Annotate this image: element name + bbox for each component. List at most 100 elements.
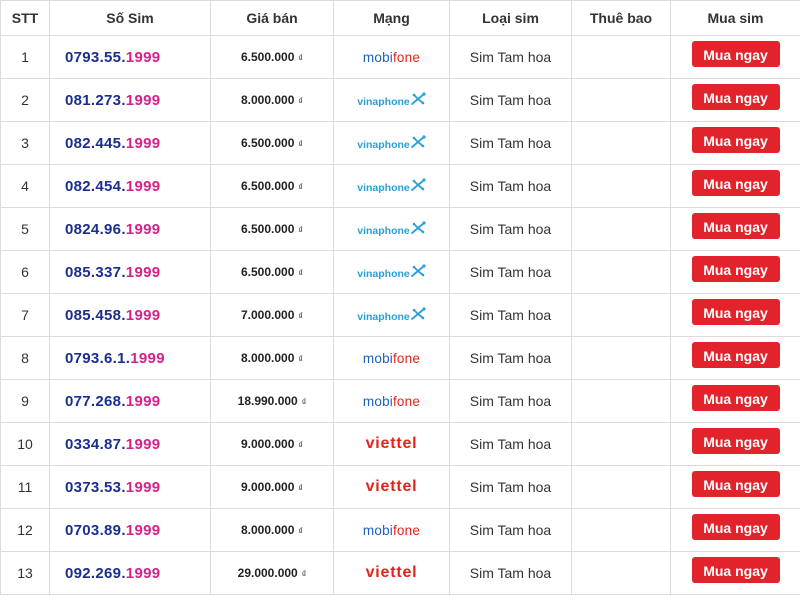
sim-table: STT Số Sim Giá bán Mạng Loại sim Thuê ba… (0, 0, 800, 595)
price-value: 8.000.000 (240, 93, 295, 107)
vinaphone-star-icon (410, 178, 426, 191)
sim-number-suffix: 1999 (125, 48, 161, 66)
buy-cell: Mua ngay (670, 164, 800, 208)
buy-now-button[interactable]: Mua ngay (691, 170, 780, 196)
sim-number[interactable]: 092.269.1999 (49, 551, 211, 595)
price-cell: 6.500.000 ₫ (210, 164, 334, 208)
network-cell: mobifone (333, 336, 450, 380)
vinaphone-logo-text: vinaphone (357, 225, 410, 237)
currency-symbol: ₫ (298, 182, 303, 192)
currency-symbol: ₫ (301, 397, 307, 407)
price-value: 6.500.000 (240, 265, 295, 279)
sim-number-suffix: 1999 (125, 564, 161, 582)
network-cell: viettel (333, 465, 450, 509)
sim-number-prefix: 0793.6.1. (65, 349, 131, 367)
buy-now-button[interactable]: Mua ngay (691, 213, 780, 239)
header-price: Giá bán (210, 0, 334, 36)
sim-number[interactable]: 0824.96.1999 (49, 207, 211, 251)
currency-symbol: ₫ (298, 440, 303, 450)
row-stt: 11 (0, 465, 50, 509)
price-value: 8.000.000 (240, 351, 295, 365)
sim-number[interactable]: 0793.55.1999 (49, 35, 211, 79)
row-stt: 10 (0, 422, 50, 466)
buy-now-button[interactable]: Mua ngay (691, 127, 780, 153)
sim-number[interactable]: 0793.6.1.1999 (49, 336, 211, 380)
currency-symbol: ₫ (298, 483, 303, 493)
currency-symbol: ₫ (298, 311, 303, 321)
network-cell: vinaphone (333, 207, 450, 251)
buy-now-button[interactable]: Mua ngay (691, 514, 780, 540)
mobifone-logo: mobifone (363, 394, 420, 409)
price-value: 6.500.000 (240, 136, 295, 150)
network-cell: mobifone (333, 508, 450, 552)
network-cell: viettel (333, 551, 450, 595)
table-row: 11 0373.53.1999 9.000.000 ₫ viettel Sim T… (0, 465, 800, 509)
sim-number[interactable]: 0373.53.1999 (49, 465, 211, 509)
row-stt: 5 (0, 207, 50, 251)
sim-number[interactable]: 0703.89.1999 (49, 508, 211, 552)
sim-number[interactable]: 081.273.1999 (49, 78, 211, 122)
sim-number[interactable]: 085.458.1999 (49, 293, 211, 337)
row-stt: 2 (0, 78, 50, 122)
sim-number[interactable]: 082.454.1999 (49, 164, 211, 208)
sim-number-prefix: 0824.96. (65, 220, 126, 238)
sim-number-prefix: 085.458. (65, 306, 126, 324)
price-value: 7.000.000 (240, 308, 295, 322)
vinaphone-star-icon (410, 307, 426, 320)
buy-now-button[interactable]: Mua ngay (691, 557, 780, 583)
vinaphone-star-icon (410, 264, 426, 277)
table-row: 8 0793.6.1.1999 8.000.000 ₫ mobifone Sim … (0, 336, 800, 380)
sim-number-suffix: 1999 (125, 435, 161, 453)
sim-type: Sim Tam hoa (449, 164, 572, 208)
price-value: 8.000.000 (240, 523, 295, 537)
vinaphone-logo: vinaphone (357, 264, 426, 280)
table-header: STT Số Sim Giá bán Mạng Loại sim Thuê ba… (0, 0, 800, 36)
buy-now-button[interactable]: Mua ngay (691, 41, 780, 67)
currency-symbol: ₫ (298, 96, 303, 106)
row-stt: 3 (0, 121, 50, 165)
sim-number[interactable]: 0334.87.1999 (49, 422, 211, 466)
sim-number[interactable]: 082.445.1999 (49, 121, 211, 165)
subscription-cell (571, 293, 671, 337)
vinaphone-logo-text: vinaphone (357, 96, 410, 108)
buy-cell: Mua ngay (670, 121, 800, 165)
vinaphone-star-icon (410, 135, 426, 148)
currency-symbol: ₫ (298, 354, 303, 364)
table-row: 4 082.454.1999 6.500.000 ₫ vinaphone Sim … (0, 164, 800, 208)
vinaphone-logo-text: vinaphone (357, 268, 410, 280)
buy-cell: Mua ngay (670, 207, 800, 251)
buy-now-button[interactable]: Mua ngay (691, 428, 780, 454)
price-cell: 8.000.000 ₫ (210, 508, 334, 552)
buy-cell: Mua ngay (670, 78, 800, 122)
sim-number-prefix: 081.273. (65, 91, 126, 109)
buy-now-button[interactable]: Mua ngay (691, 84, 780, 110)
currency-symbol: ₫ (301, 569, 307, 579)
sim-type: Sim Tam hoa (449, 78, 572, 122)
price-value: 9.000.000 (240, 480, 295, 494)
sim-type: Sim Tam hoa (449, 207, 572, 251)
sim-number[interactable]: 077.268.1999 (49, 379, 211, 423)
buy-now-button[interactable]: Mua ngay (691, 299, 780, 325)
buy-now-button[interactable]: Mua ngay (691, 385, 780, 411)
subscription-cell (571, 551, 671, 595)
table-row: 3 082.445.1999 6.500.000 ₫ vinaphone Sim … (0, 121, 800, 165)
vinaphone-logo-text: vinaphone (357, 182, 410, 194)
mobifone-logo: mobifone (363, 523, 420, 538)
header-network: Mạng (333, 0, 450, 36)
buy-now-button[interactable]: Mua ngay (691, 471, 780, 497)
price-cell: 6.500.000 ₫ (210, 121, 334, 165)
vinaphone-logo: vinaphone (357, 307, 426, 323)
sim-type: Sim Tam hoa (449, 293, 572, 337)
vinaphone-logo: vinaphone (357, 178, 426, 194)
network-cell: vinaphone (333, 121, 450, 165)
row-stt: 6 (0, 250, 50, 294)
subscription-cell (571, 508, 671, 552)
subscription-cell (571, 336, 671, 380)
sim-number-prefix: 0373.53. (65, 478, 126, 496)
sim-number[interactable]: 085.337.1999 (49, 250, 211, 294)
buy-now-button[interactable]: Mua ngay (691, 342, 780, 368)
buy-now-button[interactable]: Mua ngay (691, 256, 780, 282)
row-stt: 8 (0, 336, 50, 380)
sim-type: Sim Tam hoa (449, 35, 572, 79)
subscription-cell (571, 207, 671, 251)
